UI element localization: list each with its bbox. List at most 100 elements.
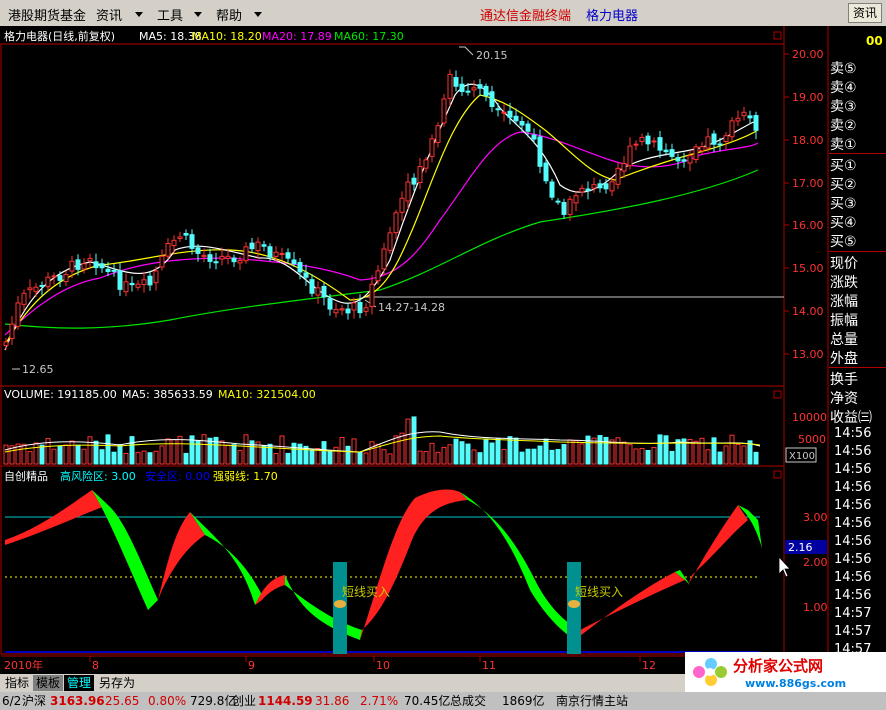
buy-signal-label: 短线买入: [575, 585, 623, 599]
menu-item-info[interactable]: 资讯: [96, 5, 122, 24]
tick-time: 14:56: [834, 552, 872, 567]
candle-body: [495, 108, 501, 111]
candle-body: [753, 115, 759, 131]
volume-bar: [669, 451, 675, 465]
candle-body: [435, 125, 441, 143]
candle-body: [105, 268, 111, 273]
menu-item-hk-futures[interactable]: 港股期货基金: [8, 5, 86, 24]
volume-bar: [729, 434, 735, 465]
candle-body: [51, 275, 57, 278]
candle-body: [57, 275, 63, 281]
candle-body: [675, 157, 681, 162]
tab-manage[interactable]: 管理: [64, 675, 95, 691]
indicator-tick: 3.00: [803, 511, 828, 524]
side-zero: 00: [866, 34, 883, 48]
buy-signal-label: 短线买入: [342, 585, 390, 599]
candle-body: [585, 188, 591, 192]
chart-svg: 20.00 19.00 18.00 17.00 16.00 15.00 14.0…: [0, 26, 886, 674]
info-button[interactable]: 资讯: [848, 3, 882, 23]
candle-body: [153, 270, 159, 284]
volume-bar: [129, 436, 135, 465]
sell-2: 卖②: [830, 118, 857, 134]
volume-bar: [381, 449, 387, 465]
candle-body: [561, 202, 567, 215]
tab-template[interactable]: 模板: [33, 675, 64, 691]
tick-time: 14:56: [834, 516, 872, 531]
candle-body: [219, 255, 225, 260]
low-label: 12.65: [22, 363, 54, 376]
ma60-label: MA60: 17.30: [334, 30, 404, 43]
volume-bar: [441, 446, 447, 465]
tick-time: 14:57: [834, 624, 872, 639]
volume-bar: [453, 438, 459, 465]
tab-indicator[interactable]: 指标: [2, 675, 32, 691]
x-axis-label: 10: [376, 659, 390, 672]
ma10-label: MA10: 18.20: [192, 30, 262, 43]
volume-bar: [537, 445, 543, 465]
volume-bar: [87, 436, 93, 465]
price-tick: 14.00: [792, 305, 824, 318]
status-total-value: 1869亿: [502, 694, 545, 708]
volume-bar: [327, 450, 333, 465]
field-amplitude: 振幅: [830, 313, 858, 329]
volume-bar: [309, 449, 315, 465]
volume-bar: [753, 451, 759, 465]
candle-body: [147, 275, 153, 286]
candle-body: [69, 260, 75, 272]
volume-bar: [495, 438, 501, 465]
watermark-logo: 分析家公式网 www.886gs.com: [685, 652, 886, 692]
volume-bar: [663, 435, 669, 465]
volume-bar: [591, 437, 597, 465]
status-gem-value: 1144.59: [258, 694, 313, 708]
volume-bar: [183, 452, 189, 465]
status-market-name: 沪深: [22, 694, 47, 708]
candle-body: [429, 138, 435, 157]
price-tick: 16.00: [792, 219, 824, 232]
volume-bar: [369, 441, 375, 465]
volume-bar: [411, 416, 417, 465]
candle-body: [459, 83, 465, 93]
high-label: 20.15: [476, 49, 508, 62]
volume-bar: [435, 451, 441, 465]
tick-time: 14:57: [834, 606, 872, 621]
volume-bar: [153, 450, 159, 465]
high-risk-label: 高风险区: 3.00: [60, 469, 136, 483]
field-turnover: 换手: [830, 372, 858, 388]
sell-3: 卖③: [830, 99, 857, 115]
candle-body: [171, 239, 177, 246]
status-gem-name: 创业: [232, 694, 257, 708]
side-divider-line: [829, 153, 886, 154]
candle-body: [693, 146, 699, 161]
candle-body: [93, 261, 99, 269]
candle-body: [117, 270, 123, 290]
candle-body: [663, 149, 669, 153]
volume-bar: [549, 449, 555, 465]
volume-bar: [573, 440, 579, 465]
volume-bar: [543, 438, 549, 465]
volume-bar: [279, 435, 285, 465]
logo-flower-icon: 分析家公式网 www.886gs.com: [685, 652, 886, 692]
candle-body: [687, 155, 693, 164]
candle-body: [519, 121, 525, 126]
candle-body: [669, 149, 675, 157]
candle-body: [699, 146, 705, 152]
volume-bar: [429, 442, 435, 465]
volume-bar: [501, 448, 507, 465]
menu-item-help[interactable]: 帮助: [216, 5, 242, 24]
chart-area[interactable]: 20.00 19.00 18.00 17.00 16.00 15.00 14.0…: [0, 26, 886, 674]
candle-body: [453, 77, 459, 87]
candle-body: [63, 274, 69, 283]
tab-save-as[interactable]: 另存为: [96, 675, 138, 691]
volume-bar: [99, 449, 105, 465]
volume-bar: [405, 418, 411, 465]
side-divider-line: [829, 251, 886, 252]
candle-body: [417, 166, 423, 184]
volume-bar: [33, 442, 39, 465]
volume-bar: [513, 437, 519, 465]
candle-body: [165, 243, 171, 257]
menu-item-tools[interactable]: 工具: [157, 5, 183, 24]
volume-bar: [219, 440, 225, 465]
volume-bar: [117, 444, 123, 465]
dropdown-arrow-icon: [135, 12, 143, 17]
candle-body: [135, 283, 141, 288]
